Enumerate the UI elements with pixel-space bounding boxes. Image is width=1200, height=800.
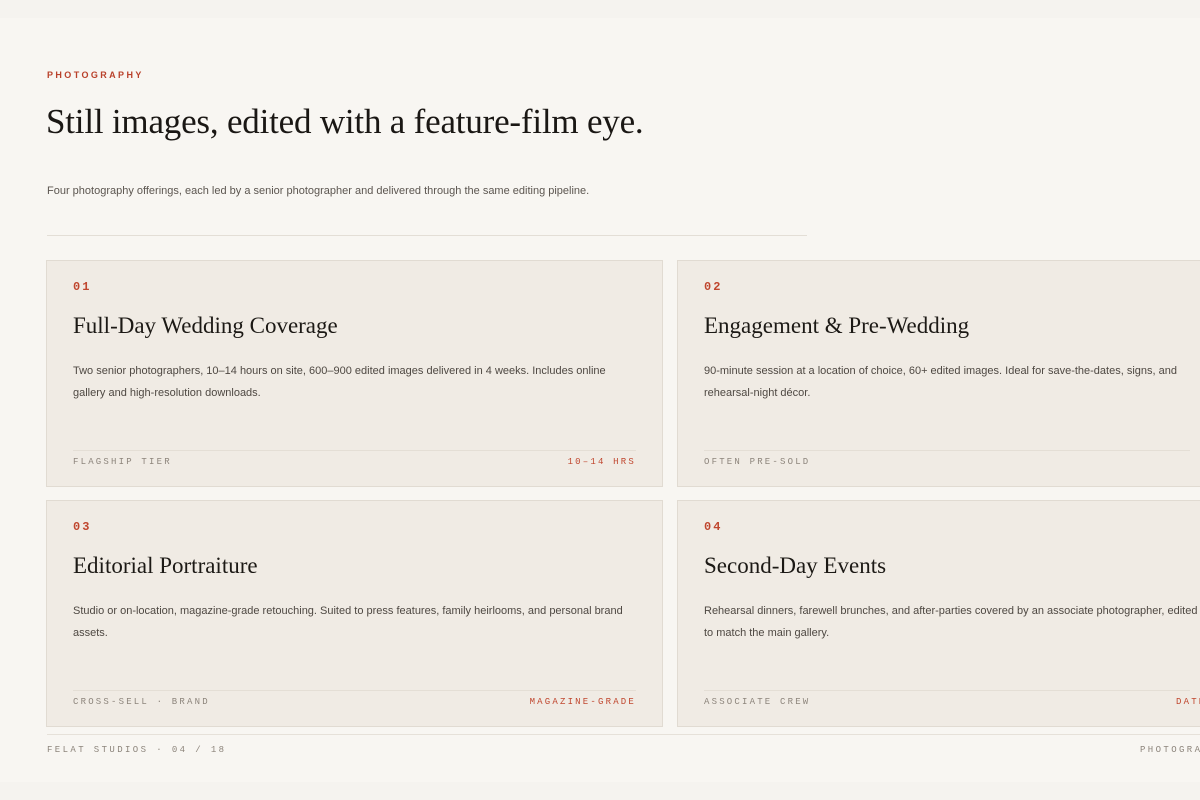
card-title: Second-Day Events <box>704 553 887 578</box>
card-title: Full-Day Wedding Coverage <box>73 313 338 338</box>
card-description: Rehearsal dinners, farewell brunches, an… <box>704 605 1198 639</box>
divider <box>47 235 807 236</box>
offering-card-portraiture[interactable]: 03 Editorial Portraiture Studio or on-lo… <box>46 500 663 727</box>
card-detail-label: DATE <box>1176 697 1200 707</box>
offering-card-wedding[interactable]: 01 Full-Day Wedding Coverage Two senior … <box>46 260 663 487</box>
card-detail-label: 10–14 HRS <box>567 457 636 467</box>
card-number: 02 <box>704 280 723 294</box>
card-number: 04 <box>704 520 723 534</box>
card-number: 03 <box>73 520 92 534</box>
section-eyebrow: PHOTOGRAPHY <box>47 70 144 80</box>
card-divider <box>73 690 636 691</box>
section-headline: Still images, edited with a feature-film… <box>46 102 644 141</box>
offering-card-second-day[interactable]: 04 Second-Day Events Rehearsal dinners, … <box>677 500 1200 727</box>
card-title: Editorial Portraiture <box>73 553 258 578</box>
footer-divider <box>47 734 1200 735</box>
card-tier-label: OFTEN PRE-SOLD <box>704 457 811 467</box>
card-tier-label: ASSOCIATE CREW <box>704 697 811 707</box>
card-description: Two senior photographers, 10–14 hours on… <box>73 365 606 399</box>
card-tier-label: CROSS-SELL · BRAND <box>73 697 210 707</box>
card-description: 90-minute session at a location of choic… <box>704 365 1177 399</box>
card-divider <box>73 450 636 451</box>
card-number: 01 <box>73 280 92 294</box>
card-divider <box>704 450 1190 451</box>
card-tier-label: FLAGSHIP TIER <box>73 457 172 467</box>
section-intro: Four photography offerings, each led by … <box>47 185 590 197</box>
card-description: Studio or on-location, magazine-grade re… <box>73 605 623 639</box>
footer-section-label: PHOTOGRAPHY <box>1140 745 1200 755</box>
card-divider <box>704 690 1190 691</box>
photography-section: PHOTOGRAPHY Still images, edited with a … <box>0 18 1200 782</box>
card-title: Engagement & Pre-Wedding <box>704 313 970 338</box>
offering-card-engagement[interactable]: 02 Engagement & Pre-Wedding 90-minute se… <box>677 260 1200 487</box>
footer-page-label: FELAT STUDIOS · 04 / 18 <box>47 745 227 755</box>
card-detail-label: MAGAZINE-GRADE <box>529 697 636 707</box>
